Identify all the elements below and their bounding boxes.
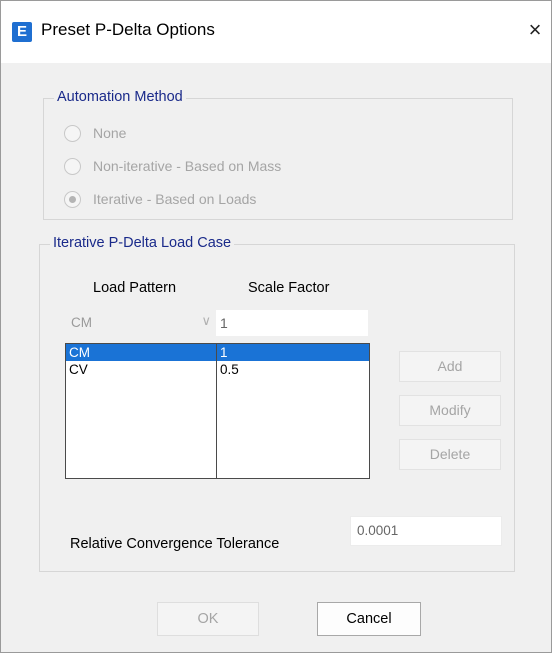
automation-method-group: Automation Method None Non-iterative - B… xyxy=(43,89,513,220)
load-pattern-list[interactable]: CM CV xyxy=(65,343,217,479)
delete-button[interactable]: Delete xyxy=(399,439,501,470)
radio-none[interactable]: None xyxy=(64,122,126,144)
tolerance-input-value: 0.0001 xyxy=(357,523,399,538)
list-item[interactable]: CV xyxy=(66,361,216,378)
load-case-legend: Iterative P-Delta Load Case xyxy=(50,235,235,251)
radio-none-icon xyxy=(64,124,81,142)
app-icon: E xyxy=(12,22,32,42)
scale-factor-input[interactable]: 1 xyxy=(215,309,369,337)
radio-non-iterative[interactable]: Non-iterative - Based on Mass xyxy=(64,155,281,177)
automation-method-legend: Automation Method xyxy=(54,89,186,105)
radio-non-iterative-label: Non-iterative - Based on Mass xyxy=(93,158,282,174)
preset-pdelta-dialog: E Preset P-Delta Options × Automation Me… xyxy=(0,0,552,653)
load-pattern-select[interactable]: CM ∨ xyxy=(65,309,215,337)
chevron-down-icon: ∨ xyxy=(201,313,211,328)
list-item[interactable]: CM xyxy=(66,344,216,361)
scale-factor-list[interactable]: 1 0.5 xyxy=(216,343,370,479)
ok-button[interactable]: OK xyxy=(157,602,259,636)
radio-iterative[interactable]: Iterative - Based on Loads xyxy=(64,188,256,210)
window-title: Preset P-Delta Options xyxy=(41,20,215,39)
list-item[interactable]: 0.5 xyxy=(217,361,369,378)
scale-factor-header: Scale Factor xyxy=(248,280,330,296)
radio-none-label: None xyxy=(93,125,127,141)
tolerance-input[interactable]: 0.0001 xyxy=(350,516,502,546)
load-pattern-select-value: CM xyxy=(71,315,92,330)
list-item[interactable]: 1 xyxy=(217,344,369,361)
modify-button[interactable]: Modify xyxy=(399,395,501,426)
cancel-button[interactable]: Cancel xyxy=(317,602,421,636)
add-button[interactable]: Add xyxy=(399,351,501,382)
title-bar: E Preset P-Delta Options × xyxy=(1,1,551,63)
scale-factor-input-value: 1 xyxy=(220,315,228,331)
close-icon[interactable]: × xyxy=(521,15,549,45)
radio-iterative-label: Iterative - Based on Loads xyxy=(93,191,257,207)
radio-iterative-icon xyxy=(64,190,81,208)
tolerance-label: Relative Convergence Tolerance xyxy=(70,536,280,552)
load-pattern-header: Load Pattern xyxy=(93,280,177,296)
radio-non-iterative-icon xyxy=(64,157,81,175)
